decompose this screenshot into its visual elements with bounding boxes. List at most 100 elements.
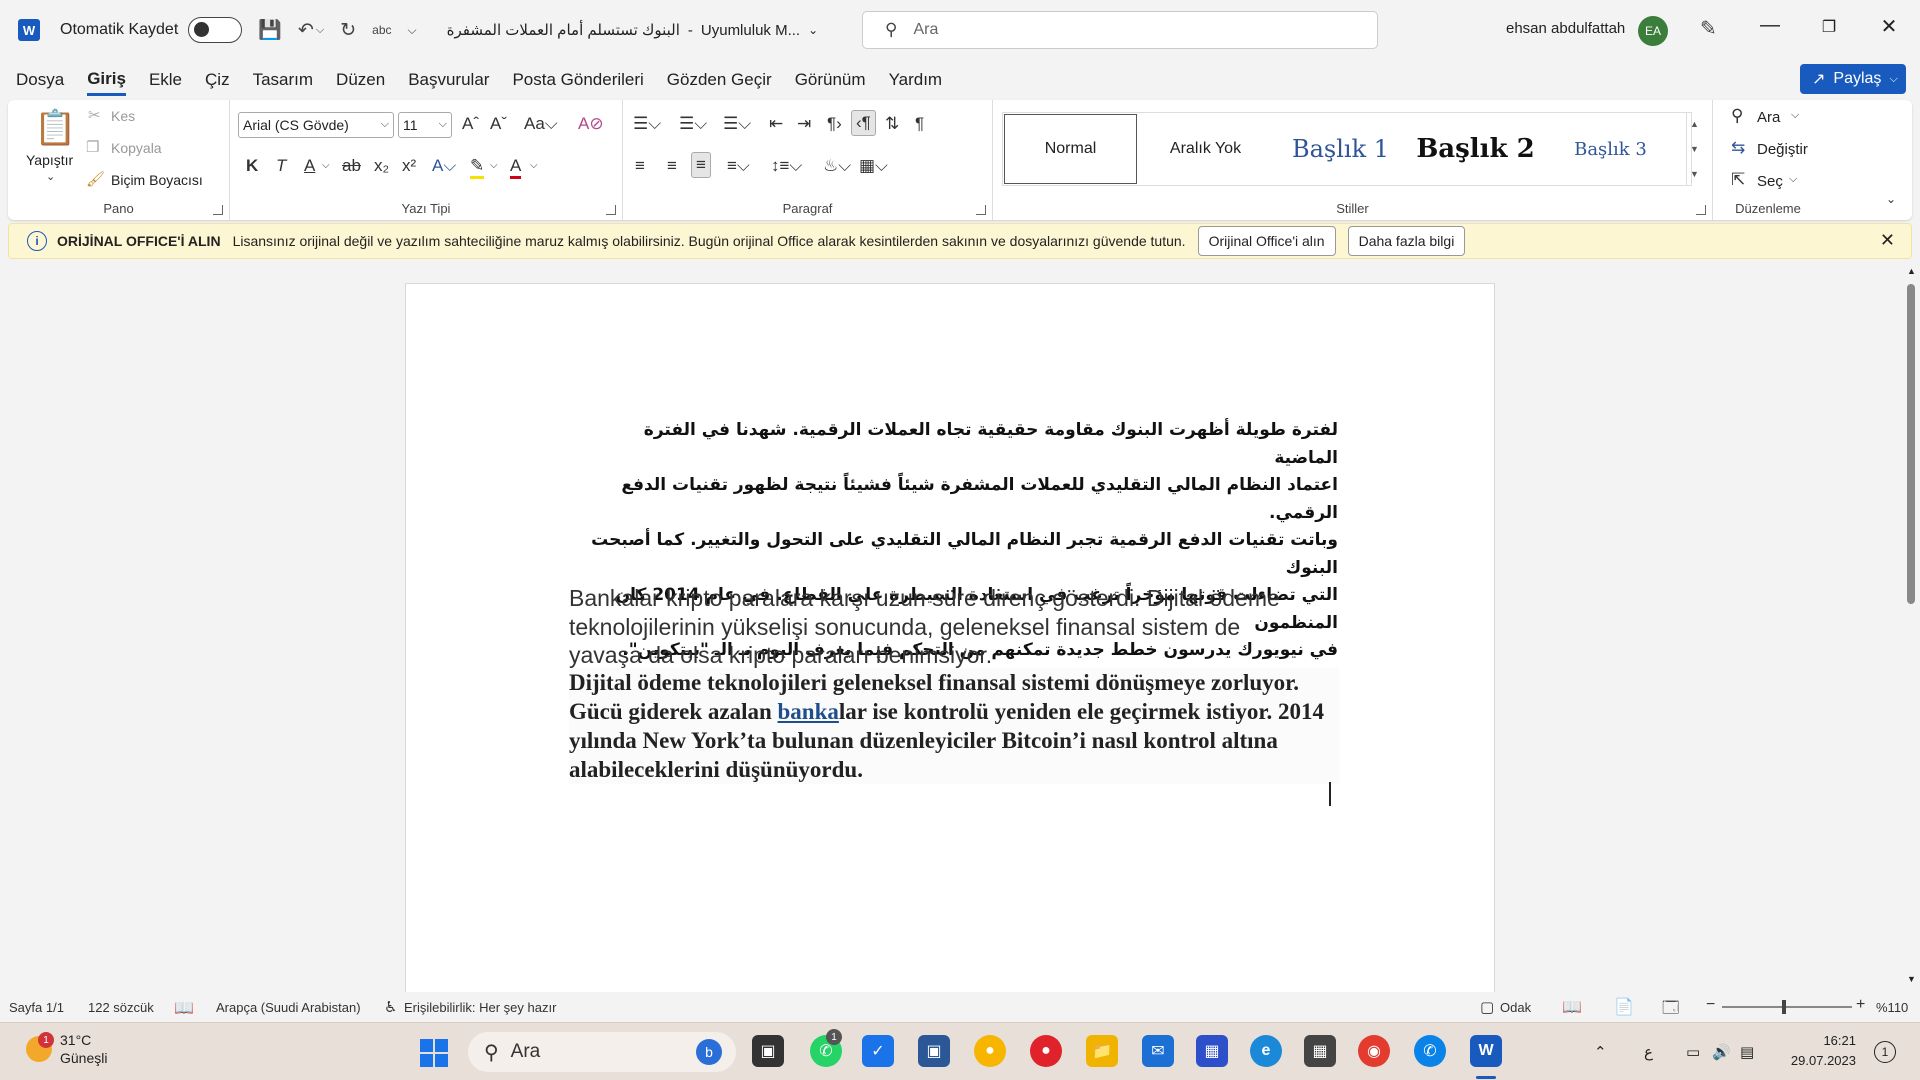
learn-more-button[interactable]: Daha fazla bilgi bbox=[1347, 226, 1466, 256]
close-icon[interactable]: ✕ bbox=[1880, 230, 1895, 251]
chevron-down-icon[interactable]: ▼ bbox=[1690, 144, 1699, 154]
replace-icon[interactable]: ⇆ bbox=[1731, 138, 1745, 158]
font-size-select[interactable]: 11 ⌵ bbox=[398, 112, 452, 138]
collapse-ribbon-icon[interactable]: ⌄ bbox=[1886, 192, 1896, 206]
italic-icon[interactable]: T bbox=[276, 156, 286, 176]
proofing-icon[interactable]: 📖 bbox=[174, 998, 194, 1018]
bing-icon[interactable]: b bbox=[696, 1039, 722, 1065]
accessibility-icon[interactable]: ♿ bbox=[384, 998, 397, 1016]
vertical-scrollbar[interactable]: ▲ ▼ bbox=[1904, 266, 1918, 984]
get-office-button[interactable]: Orijinal Office'i alın bbox=[1197, 226, 1336, 256]
zoom-out-icon[interactable]: − bbox=[1706, 996, 1715, 1014]
word-taskbar-icon[interactable]: W bbox=[1470, 1035, 1502, 1067]
turkish-paragraph[interactable]: Bankalar kripto paralara karşı uzun süre… bbox=[569, 584, 1289, 670]
designer-pen-icon[interactable]: ✎ bbox=[1700, 16, 1717, 41]
chrome-icon[interactable]: ◉ bbox=[1358, 1035, 1390, 1067]
highlight-icon[interactable]: ✎ bbox=[470, 156, 485, 179]
style-heading-1[interactable]: Başlık 1 bbox=[1273, 113, 1408, 185]
more-styles-icon[interactable]: ▼ bbox=[1690, 169, 1699, 179]
zoom-in-icon[interactable]: + bbox=[1856, 996, 1865, 1014]
notification-center-icon[interactable]: 1 bbox=[1874, 1041, 1896, 1063]
search-input[interactable]: ⚲ Ara bbox=[862, 11, 1378, 49]
paste-icon[interactable]: 📋 bbox=[34, 108, 76, 148]
multilevel-list-icon[interactable]: ☰⌵ bbox=[723, 114, 751, 134]
style-no-spacing[interactable]: Aralık Yok bbox=[1138, 113, 1273, 185]
shading-icon[interactable]: ♨⌵ bbox=[823, 156, 851, 176]
tab-file[interactable]: Dosya bbox=[16, 66, 64, 94]
font-color-dropdown-icon[interactable]: ⌵ bbox=[530, 160, 538, 171]
tab-mailings[interactable]: Posta Gönderileri bbox=[512, 66, 643, 94]
chevron-up-icon[interactable]: ⌃ bbox=[1594, 1043, 1607, 1061]
customize-toolbar-icon[interactable]: ⌵ bbox=[408, 23, 417, 38]
shrink-font-icon[interactable]: Aˇ bbox=[490, 114, 507, 134]
tab-insert[interactable]: Ekle bbox=[149, 66, 182, 94]
turkish-bold-paragraph[interactable]: Dijital ödeme teknolojileri geleneksel f… bbox=[569, 668, 1339, 784]
find-label[interactable]: Ara bbox=[1757, 109, 1780, 126]
file-explorer-icon[interactable]: 📁 bbox=[1086, 1035, 1118, 1067]
strikethrough-icon[interactable]: ab bbox=[342, 156, 361, 176]
system-clock[interactable]: 16:21 29.07.2023 bbox=[1786, 1031, 1856, 1071]
select-icon[interactable]: ⇱ bbox=[1731, 170, 1745, 190]
minimize-icon[interactable]: — bbox=[1755, 14, 1785, 37]
close-icon[interactable]: ✕ bbox=[1874, 14, 1904, 39]
autosave-toggle[interactable] bbox=[188, 17, 243, 43]
mail-icon[interactable]: ✉ bbox=[1142, 1035, 1174, 1067]
underline-icon[interactable]: A bbox=[304, 156, 315, 176]
paste-dropdown-icon[interactable]: ⌄ bbox=[46, 170, 55, 183]
app-icon-red[interactable]: ● bbox=[1030, 1035, 1062, 1067]
subscript-icon[interactable]: x₂ bbox=[374, 156, 389, 176]
bold-icon[interactable]: K bbox=[246, 156, 258, 176]
style-normal[interactable]: Normal bbox=[1004, 114, 1137, 184]
style-heading-2[interactable]: Başlık 2 bbox=[1408, 113, 1543, 185]
cut-label[interactable]: Kes bbox=[111, 108, 135, 124]
format-painter-label[interactable]: Biçim Boyacısı bbox=[111, 172, 203, 188]
align-right-icon[interactable]: ≡ bbox=[691, 152, 711, 178]
cut-icon[interactable]: ✂ bbox=[88, 106, 101, 124]
line-spacing-icon[interactable]: ↕≡⌵ bbox=[771, 156, 802, 176]
font-color-icon[interactable]: A bbox=[510, 156, 522, 179]
tab-design[interactable]: Tasarım bbox=[253, 66, 313, 94]
input-language-indicator[interactable]: ع bbox=[1644, 1043, 1653, 1061]
paragraph-launcher-icon[interactable] bbox=[976, 205, 986, 215]
battery-icon[interactable]: ▤ bbox=[1740, 1043, 1754, 1061]
tab-review[interactable]: Gözden Geçir bbox=[667, 66, 772, 94]
highlight-dropdown-icon[interactable]: ⌵ bbox=[490, 160, 498, 171]
read-mode-icon[interactable]: 📖 bbox=[1562, 997, 1582, 1017]
page-indicator[interactable]: Sayfa 1/1 bbox=[9, 1000, 64, 1015]
scroll-down-icon[interactable]: ▼ bbox=[1907, 974, 1916, 984]
sort-icon[interactable]: ⇅ bbox=[885, 114, 899, 134]
style-heading-3[interactable]: Başlık 3 bbox=[1543, 113, 1678, 185]
tab-references[interactable]: Başvurular bbox=[408, 66, 489, 94]
tab-help[interactable]: Yardım bbox=[889, 66, 943, 94]
tab-view[interactable]: Görünüm bbox=[795, 66, 866, 94]
hyperlink[interactable]: banka bbox=[778, 699, 839, 724]
avatar[interactable]: EA bbox=[1638, 16, 1668, 46]
focus-label[interactable]: Odak bbox=[1500, 1000, 1531, 1015]
network-icon[interactable]: ▭ bbox=[1686, 1043, 1700, 1061]
chevron-up-icon[interactable]: ▲ bbox=[1690, 119, 1699, 129]
replace-label[interactable]: Değiştir bbox=[1757, 141, 1808, 158]
scroll-up-icon[interactable]: ▲ bbox=[1907, 266, 1916, 276]
restore-icon[interactable]: ❐ bbox=[1814, 17, 1844, 37]
zoom-level[interactable]: %110 bbox=[1876, 1000, 1908, 1015]
align-center-icon[interactable]: ≡ bbox=[667, 156, 677, 176]
scrollbar-thumb[interactable] bbox=[1907, 284, 1915, 604]
zoom-slider[interactable] bbox=[1722, 1006, 1852, 1008]
undo-dropdown-icon[interactable]: ⌵ bbox=[316, 24, 324, 37]
taskbar-search[interactable]: ⚲ Ara b bbox=[468, 1032, 736, 1072]
user-name[interactable]: ehsan abdulfattah bbox=[1506, 20, 1625, 37]
styles-scroll[interactable]: ▲ ▼ ▼ bbox=[1686, 112, 1702, 186]
tab-draw[interactable]: Çiz bbox=[205, 66, 230, 94]
spelling-icon[interactable]: abc bbox=[372, 23, 391, 37]
zoom-slider-knob[interactable] bbox=[1782, 1000, 1786, 1014]
borders-icon[interactable]: ▦⌵ bbox=[859, 156, 888, 176]
save-icon[interactable]: 💾 bbox=[258, 18, 282, 42]
numbering-icon[interactable]: ☰⌵ bbox=[679, 114, 707, 134]
print-layout-icon[interactable]: 📄 bbox=[1614, 997, 1634, 1017]
volume-icon[interactable]: 🔊 bbox=[1712, 1043, 1731, 1061]
word-count[interactable]: 122 sözcük bbox=[88, 1000, 154, 1015]
store-icon[interactable]: ▦ bbox=[1196, 1035, 1228, 1067]
font-name-select[interactable]: Arial (CS Gövde) ⌵ bbox=[238, 112, 394, 138]
increase-indent-icon[interactable]: ⇥ bbox=[797, 114, 811, 134]
show-formatting-icon[interactable]: ¶ bbox=[915, 114, 924, 134]
